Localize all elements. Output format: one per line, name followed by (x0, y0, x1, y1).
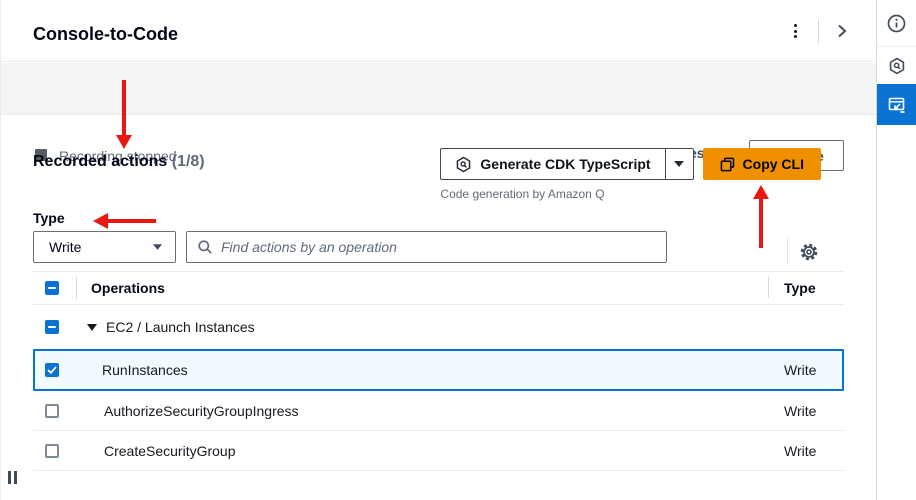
type-column-header: Type (784, 280, 844, 296)
amazon-q-icon (888, 57, 906, 75)
chevron-right-icon (834, 23, 850, 39)
row-checkbox-unchecked[interactable] (45, 444, 59, 458)
table-row-runinstances[interactable]: RunInstances Write (33, 349, 844, 391)
info-icon (887, 14, 906, 33)
caret-down-icon (673, 160, 685, 168)
kebab-icon (794, 24, 797, 38)
table-row-createsecuritygroup[interactable]: CreateSecurityGroup Write (33, 431, 844, 471)
check-icon (47, 366, 57, 374)
indeterminate-mark-icon (48, 287, 56, 289)
generate-split-button: Generate CDK TypeScript (440, 148, 693, 180)
copy-cli-label: Copy CLI (743, 156, 804, 172)
generate-options-caret[interactable] (665, 149, 693, 179)
main-panel: Console-to-Code Recording stopped Reset … (0, 0, 876, 500)
collapse-panel-button[interactable] (829, 18, 855, 44)
caret-down-filled-icon (87, 324, 97, 331)
group-label: EC2 / Launch Instances (106, 319, 255, 335)
search-input[interactable] (221, 239, 656, 255)
pause-icon (8, 471, 17, 484)
kebab-menu-button[interactable] (782, 18, 808, 44)
tools-sidebar (876, 0, 916, 500)
group-row-ec2-launch-instances[interactable]: EC2 / Launch Instances (33, 305, 844, 349)
amazon-q-icon (455, 156, 472, 173)
type-filter-label: Type (33, 210, 65, 226)
recorded-actions-title: Recorded actions (33, 153, 167, 170)
generate-button-group: Generate CDK TypeScript Code generation … (440, 148, 693, 201)
page-title: Console-to-Code (33, 24, 178, 45)
type-filter-value: Write (49, 239, 81, 255)
caret-down-icon (152, 243, 163, 251)
operation-name: CreateSecurityGroup (104, 443, 236, 459)
sidebar-item-amazon-q[interactable] (877, 47, 916, 84)
sidebar-item-console-to-code-active[interactable] (877, 84, 916, 125)
copy-icon (720, 157, 735, 172)
panel-header: Console-to-Code (1, 0, 877, 62)
panel-header-actions (782, 18, 855, 44)
console-to-code-panel: Console-to-Code Recording stopped Reset … (0, 0, 916, 500)
operation-name: AuthorizeSecurityGroupIngress (104, 403, 299, 419)
generate-cdk-button[interactable]: Generate CDK TypeScript (441, 149, 664, 179)
type-filter-select[interactable]: Write (33, 231, 176, 263)
copy-cli-button[interactable]: Copy CLI (703, 148, 821, 180)
recorded-actions-heading: Recorded actions (1/8) (33, 153, 205, 171)
operations-column-header: Operations (91, 280, 165, 296)
console-to-code-icon (887, 95, 907, 115)
row-checkbox-checked[interactable] (45, 363, 59, 377)
select-all-checkbox[interactable] (45, 281, 59, 295)
collapse-group-caret[interactable] (87, 324, 97, 331)
toolbar-divider (787, 238, 788, 264)
sidebar-item-info[interactable] (877, 0, 916, 47)
actions-buttons: Generate CDK TypeScript Code generation … (440, 148, 821, 201)
table-row-authorizesecuritygroupingress[interactable]: AuthorizeSecurityGroupIngress Write (33, 391, 844, 431)
table-preferences-button[interactable] (798, 241, 820, 263)
generate-cdk-label: Generate CDK TypeScript (480, 156, 650, 172)
column-divider (76, 277, 77, 299)
operation-type: Write (784, 362, 842, 378)
recorded-actions-table: Operations Type EC2 / Launch Instances R… (33, 271, 844, 471)
indeterminate-mark-icon (48, 326, 56, 328)
recording-status-bar: Recording stopped Reset Resume (1, 63, 877, 115)
selected-counter: (1/8) (172, 153, 205, 170)
header-divider (818, 19, 819, 43)
group-checkbox[interactable] (45, 320, 59, 334)
table-header-row: Operations Type (33, 271, 844, 305)
operation-type: Write (784, 403, 844, 419)
row-checkbox-unchecked[interactable] (45, 404, 59, 418)
operation-type: Write (784, 443, 844, 459)
search-field (186, 231, 667, 263)
operation-name: RunInstances (102, 362, 188, 378)
search-icon (197, 239, 213, 255)
gear-icon (800, 243, 818, 261)
code-generation-caption: Code generation by Amazon Q (440, 187, 693, 201)
